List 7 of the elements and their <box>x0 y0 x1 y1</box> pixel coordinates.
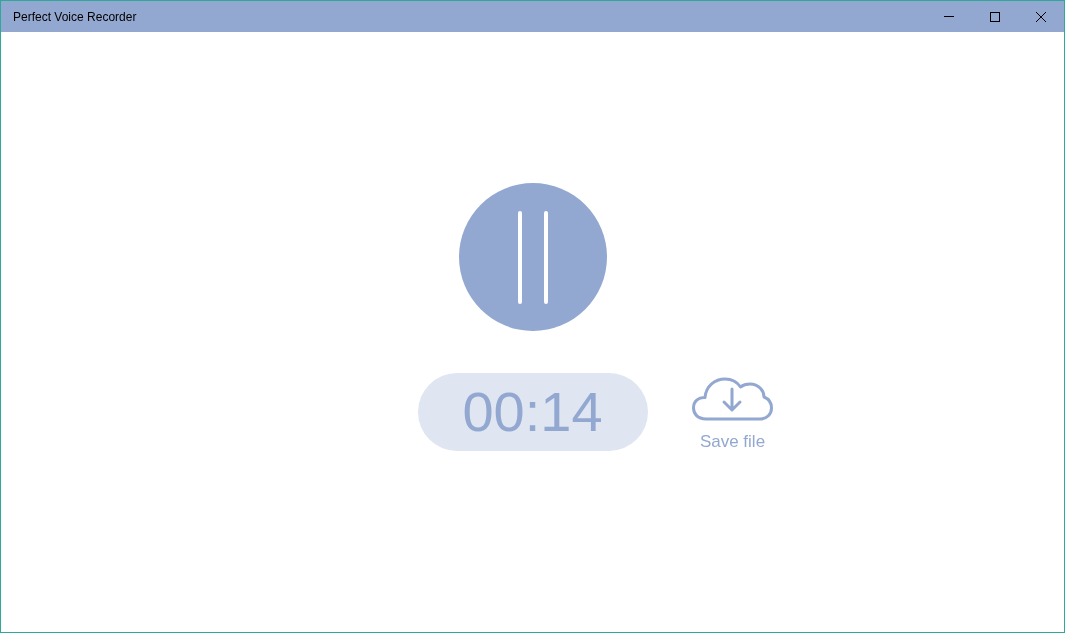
maximize-icon <box>990 11 1000 22</box>
close-icon <box>1036 11 1046 22</box>
elapsed-time: 00:14 <box>462 384 603 440</box>
save-file-button[interactable]: Save file <box>691 373 774 455</box>
window-title: Perfect Voice Recorder <box>13 8 137 26</box>
pause-icon <box>517 210 548 304</box>
minimize-icon <box>944 16 954 17</box>
